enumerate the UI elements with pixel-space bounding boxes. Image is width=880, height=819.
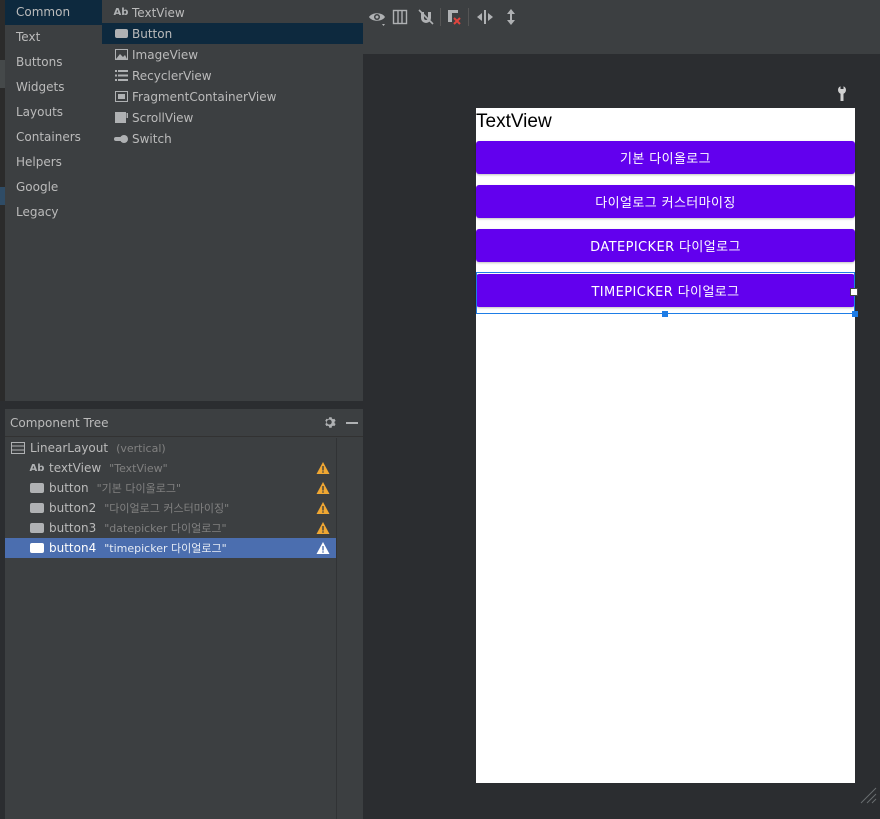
widget-textview[interactable]: Ab TextView [102,2,363,23]
warning-icon[interactable] [316,481,330,495]
widget-fragmentcontainerview[interactable]: FragmentContainerView [102,86,363,107]
widget-label: ScrollView [132,110,194,125]
category-widgets[interactable]: Widgets [5,75,102,100]
category-layouts[interactable]: Layouts [5,100,102,125]
expand-vertical-icon[interactable] [501,7,521,27]
widget-button[interactable]: Button [102,23,363,44]
button-icon [30,522,44,534]
panel-divider[interactable] [0,401,363,409]
category-common[interactable]: Common [5,0,102,25]
gear-icon[interactable] [319,412,341,434]
resize-grip-icon[interactable] [859,786,877,804]
button-icon [114,27,128,41]
minimize-icon[interactable] [341,412,363,434]
toolbar-separator [468,8,469,26]
button-icon [30,482,44,494]
category-helpers[interactable]: Helpers [5,150,102,175]
tree-item-name: button3 [49,521,97,535]
tree-item-desc: "datepicker 다이얼로그" [104,522,227,535]
component-tree: LinearLayout (vertical) Ab textView "Tex… [5,438,336,819]
tree-row-button3[interactable]: button3 "datepicker 다이얼로그" [5,518,336,538]
widget-scrollview[interactable]: ScrollView [102,107,363,128]
button-icon [30,502,44,514]
baseline-handle[interactable] [850,288,858,296]
category-containers[interactable]: Containers [5,125,102,150]
palette-categories: Common Text Buttons Widgets Layouts Cont… [5,0,102,401]
tree-item-desc: "timepicker 다이얼로그" [104,542,227,555]
palette-widget-list: Ab TextView Button ImageView RecyclerVie… [102,2,363,149]
device-preview: TextView 기본 다이올로그 다이얼로그 커스터마이징 DATEPICKE… [476,108,858,783]
tree-item-name: button2 [49,501,97,515]
switch-icon [114,132,128,146]
fragment-icon [114,90,128,104]
warning-icon[interactable] [316,461,330,475]
tree-row-button2[interactable]: button2 "다이얼로그 커스터마이징" [5,498,336,518]
tree-item-desc: "TextView" [109,461,168,475]
resize-handle[interactable] [852,311,858,317]
tree-item-desc: "기본 다이올로그" [96,482,182,495]
tree-row-button4[interactable]: button4 "timepicker 다이얼로그" [5,538,336,558]
widget-label: FragmentContainerView [132,89,277,104]
widget-label: TextView [132,5,185,20]
warning-icon[interactable] [316,541,330,555]
design-surface: TextView 기본 다이올로그 다이얼로그 커스터마이징 DATEPICKE… [363,0,880,819]
tree-item-name: textView [49,461,102,475]
tree-item-name: LinearLayout [30,441,109,455]
tree-item-desc: "다이얼로그 커스터마이징" [104,502,230,515]
tree-scroll-gutter [336,438,363,819]
wrench-icon[interactable] [835,85,849,101]
tree-row-button[interactable]: button "기본 다이올로그" [5,478,336,498]
palette-panel: Common Text Buttons Widgets Layouts Cont… [0,0,363,401]
preview-button-custom-dialog[interactable]: 다이얼로그 커스터마이징 [476,185,855,218]
tree-row-textview[interactable]: Ab textView "TextView" [5,458,336,478]
expand-horizontal-icon[interactable] [475,7,495,27]
preview-button-timepicker[interactable]: TIMEPICKER 다이얼로그 [476,274,855,307]
preview-button-datepicker[interactable]: DATEPICKER 다이얼로그 [476,229,855,262]
widget-imageview[interactable]: ImageView [102,44,363,65]
component-tree-header: Component Tree [5,409,363,437]
component-tree-title: Component Tree [10,415,109,430]
linear-layout-icon [11,442,25,454]
toolbar-separator [440,8,441,26]
tree-item-desc: (vertical) [116,441,166,455]
category-buttons[interactable]: Buttons [5,50,102,75]
button-icon [30,542,44,554]
tree-item-name: button4 [49,541,97,555]
tree-item-name: button [49,481,89,495]
tree-row-linearlayout[interactable]: LinearLayout (vertical) [5,438,336,458]
widget-label: Button [132,26,173,41]
category-google[interactable]: Google [5,175,102,200]
widget-switch[interactable]: Switch [102,128,363,149]
category-legacy[interactable]: Legacy [5,200,102,225]
ab-text-icon: Ab [29,462,45,474]
ab-text-icon: Ab [113,7,129,18]
widget-recyclerview[interactable]: RecyclerView [102,65,363,86]
resize-handle[interactable] [662,311,668,317]
category-text[interactable]: Text [5,25,102,50]
list-icon [114,69,128,83]
design-toolbar [363,0,880,54]
widget-label: ImageView [132,47,199,62]
widget-label: Switch [132,131,172,146]
blueprint-icon[interactable] [390,7,410,27]
preview-textview[interactable]: TextView [476,111,552,133]
image-icon [114,48,128,62]
warning-icon[interactable] [316,501,330,515]
magnet-off-icon[interactable] [416,7,436,27]
preview-button-basic-dialog[interactable]: 기본 다이올로그 [476,141,855,174]
clear-constraints-icon[interactable] [444,7,464,27]
widget-label: RecyclerView [132,68,212,83]
scroll-icon [114,111,128,125]
warning-icon[interactable] [316,521,330,535]
eye-icon[interactable] [367,7,387,27]
component-tree-panel: Component Tree LinearLayout (vertical) A… [5,409,363,819]
